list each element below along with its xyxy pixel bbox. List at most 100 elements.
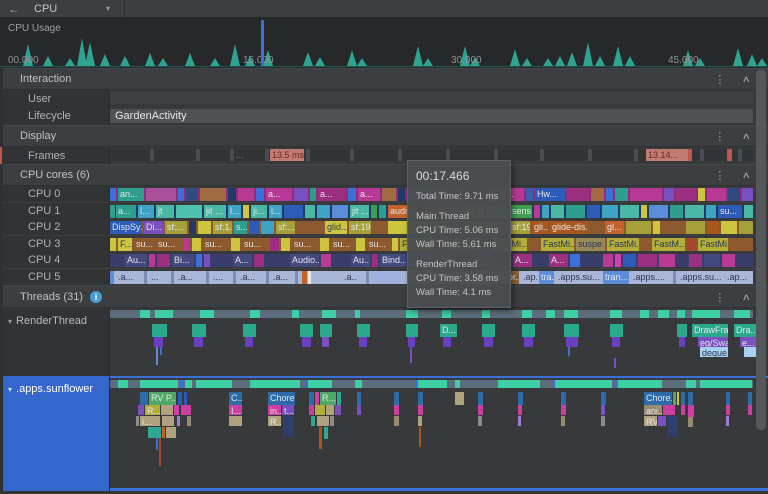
trace-event-block[interactable] — [612, 337, 620, 347]
trace-event-block[interactable] — [302, 337, 311, 347]
trace-event-block[interactable]: RV... — [644, 416, 657, 426]
trace-event-block[interactable] — [726, 392, 730, 405]
trace-event-block[interactable] — [300, 324, 313, 337]
trace-event-block[interactable] — [174, 405, 179, 415]
trace-event-block[interactable] — [320, 324, 332, 337]
trace-event-block[interactable] — [229, 416, 242, 426]
trace-event-block[interactable] — [138, 405, 144, 415]
trace-event-block[interactable] — [478, 416, 482, 426]
trace-event-block[interactable]: R... — [320, 392, 336, 405]
renderthread-track[interactable]: D...DrawFra...eg/Swa...deque...Dra...e..… — [110, 308, 768, 376]
thread-label-renderthread[interactable]: ▾RenderThread — [0, 308, 110, 376]
trace-segment[interactable]: FastMi... — [607, 238, 639, 251]
trace-event-block[interactable] — [482, 324, 495, 337]
trace-event-block[interactable]: D... — [440, 324, 457, 337]
lifecycle-track[interactable]: GardenActivity — [110, 107, 768, 125]
trace-segment[interactable]: tran... — [603, 271, 629, 284]
trace-segment[interactable] — [706, 205, 716, 218]
trace-event-block[interactable] — [667, 416, 678, 437]
trace-segment[interactable] — [707, 221, 719, 234]
trace-segment[interactable] — [302, 271, 307, 284]
trace-segment[interactable]: .apps.su... — [678, 271, 723, 284]
trace-event-block[interactable]: deque... — [700, 347, 728, 357]
trace-segment[interactable] — [233, 271, 236, 284]
trace-event-block[interactable] — [419, 427, 421, 447]
trace-segment[interactable]: a... — [266, 188, 292, 201]
trace-segment[interactable] — [198, 221, 211, 234]
trace-event-block[interactable] — [311, 416, 315, 426]
section-header-interaction[interactable]: Interaction ⋮ ∧ — [0, 68, 768, 90]
trace-segment[interactable] — [171, 271, 174, 284]
trace-event-block[interactable] — [455, 392, 464, 405]
trace-segment[interactable] — [649, 205, 668, 218]
trace-event-block[interactable] — [315, 405, 325, 415]
trace-segment[interactable]: A... — [513, 254, 532, 267]
trace-segment[interactable]: an... — [118, 188, 144, 201]
cpu-usage-chart[interactable]: CPU Usage 00.00015.00030.00045.000 — [0, 17, 768, 68]
trace-segment[interactable] — [542, 205, 549, 218]
trace-segment[interactable] — [356, 238, 365, 251]
trace-event-block[interactable] — [154, 337, 163, 347]
trace-event-block[interactable] — [335, 405, 341, 415]
trace-segment[interactable]: .a... — [176, 271, 204, 284]
trace-segment[interactable]: su... — [367, 238, 390, 251]
trace-segment[interactable] — [606, 188, 613, 201]
trace-event-block[interactable] — [322, 337, 329, 347]
vertical-scrollbar-thumb[interactable] — [756, 70, 766, 430]
trace-segment[interactable] — [249, 221, 259, 234]
trace-segment[interactable] — [526, 188, 533, 201]
trace-event-block[interactable] — [160, 347, 162, 355]
trace-event-block[interactable] — [726, 405, 730, 415]
trace-segment[interactable] — [295, 271, 298, 284]
trace-segment[interactable]: a... — [358, 188, 380, 201]
trace-segment[interactable]: s... — [234, 221, 247, 234]
trace-segment[interactable] — [320, 238, 329, 251]
trace-segment[interactable] — [603, 254, 613, 267]
trace-event-block[interactable] — [566, 337, 578, 347]
trace-event-block[interactable] — [359, 337, 367, 347]
trace-segment[interactable]: FastMi... — [541, 238, 574, 251]
section-header-cpu-cores[interactable]: CPU cores (6) ⋮ ∧ — [0, 164, 768, 186]
trace-event-block[interactable] — [478, 405, 483, 415]
trace-event-block[interactable] — [688, 405, 694, 417]
trace-segment[interactable] — [332, 205, 348, 218]
trace-segment[interactable]: su... — [203, 238, 229, 251]
trace-event-block[interactable] — [337, 392, 341, 405]
trace-segment[interactable] — [184, 238, 190, 251]
trace-segment[interactable] — [615, 254, 621, 267]
trace-event-block[interactable] — [148, 427, 161, 438]
thread-label-apps-sunflower[interactable]: ▾.apps.sunflower — [0, 376, 110, 491]
trace-event-block[interactable] — [177, 416, 180, 426]
trace-segment[interactable] — [534, 205, 540, 218]
trace-event-block[interactable] — [162, 427, 165, 438]
trace-event-block[interactable]: RV P... — [149, 392, 176, 405]
trace-segment[interactable]: .a... — [238, 271, 264, 284]
trace-segment[interactable] — [664, 188, 674, 201]
trace-segment[interactable] — [670, 205, 683, 218]
trace-event-block[interactable] — [319, 427, 322, 449]
trace-segment[interactable] — [371, 271, 401, 284]
trace-segment[interactable] — [196, 254, 202, 267]
trace-event-block[interactable] — [357, 405, 361, 415]
apps-sunflower-track[interactable]: RV P...R...i...C...I...Chore...in...t...… — [110, 376, 768, 491]
trace-segment[interactable] — [321, 254, 331, 267]
trace-segment[interactable]: A... — [233, 254, 252, 267]
frame-cell[interactable]: 13.5 ms — [270, 149, 304, 161]
trace-event-block[interactable] — [688, 392, 693, 405]
trace-event-block[interactable] — [418, 392, 423, 405]
trace-segment[interactable] — [728, 188, 740, 201]
trace-segment[interactable]: Au... — [351, 254, 370, 267]
vertical-scrollbar[interactable] — [755, 68, 767, 491]
trace-event-block[interactable]: t... — [282, 405, 294, 415]
frame-cell[interactable] — [700, 149, 704, 161]
frame-cell[interactable] — [398, 149, 402, 161]
trace-segment[interactable]: a... — [318, 188, 346, 201]
trace-event-block[interactable] — [443, 337, 451, 347]
trace-segment[interactable] — [602, 205, 618, 218]
trace-segment[interactable] — [379, 205, 386, 218]
trace-event-block[interactable]: i... — [140, 416, 160, 426]
frame-cell[interactable] — [688, 149, 692, 161]
trace-event-block[interactable]: R... — [268, 416, 281, 426]
trace-segment[interactable] — [388, 221, 407, 234]
trace-segment[interactable] — [689, 254, 702, 267]
